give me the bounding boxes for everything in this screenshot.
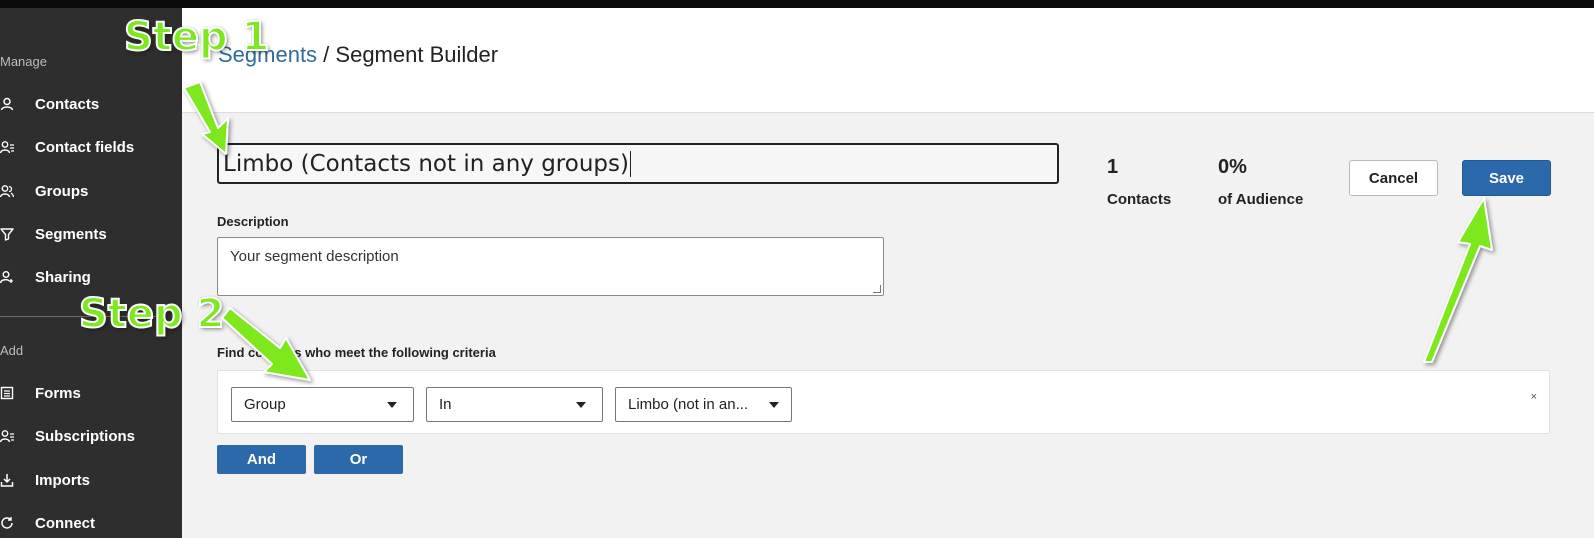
- description-textarea[interactable]: Your segment description: [217, 237, 884, 296]
- import-icon: [0, 472, 16, 488]
- chevron-down-icon: [387, 402, 397, 408]
- sidebar-item-label: Segments: [35, 225, 107, 243]
- step2-annotation: Step 2: [78, 290, 225, 338]
- sidebar-item-label: Subscriptions: [35, 427, 136, 445]
- chevron-down-icon: [769, 402, 779, 408]
- and-button[interactable]: And: [217, 445, 306, 474]
- audience-percent: 0%: [1218, 156, 1247, 178]
- contacts-count-label: Contacts: [1107, 191, 1172, 208]
- sidebar-item-connect[interactable]: Connect: [0, 508, 182, 538]
- criteria-label: Find contacts who meet the following cri…: [217, 345, 496, 360]
- or-button[interactable]: Or: [314, 445, 403, 474]
- person-list-icon: [0, 428, 16, 444]
- sync-icon: [0, 515, 16, 531]
- sidebar-item-label: Forms: [35, 384, 81, 402]
- segment-name-input[interactable]: Limbo (Contacts not in any groups): [217, 143, 1059, 184]
- person-list-icon: [0, 139, 16, 155]
- step1-annotation: Step 1: [123, 13, 270, 61]
- contacts-count: 1: [1107, 156, 1119, 178]
- save-arrow-icon: [1423, 197, 1493, 363]
- person-icon: [0, 96, 16, 112]
- criteria-row: Group In Limbo (not in an... ×: [217, 370, 1550, 434]
- criteria-operator-value: In: [439, 396, 452, 413]
- sidebar-item-subscriptions[interactable]: Subscriptions: [0, 421, 182, 451]
- sidebar-item-segments[interactable]: Segments: [0, 219, 182, 249]
- criteria-target-value: Limbo (not in an...: [628, 396, 749, 413]
- segment-name-value: Limbo (Contacts not in any groups): [223, 150, 629, 177]
- criteria-field-value: Group: [244, 396, 286, 413]
- sidebar-item-groups[interactable]: Groups: [0, 176, 182, 206]
- sidebar-item-contacts[interactable]: Contacts: [0, 89, 182, 119]
- people-icon: [0, 183, 16, 199]
- sidebar-item-label: Imports: [35, 471, 91, 489]
- cancel-button[interactable]: Cancel: [1349, 160, 1438, 196]
- description-label: Description: [217, 214, 289, 229]
- person-share-icon: [0, 269, 16, 285]
- page-header: Segments / Segment Builder: [182, 8, 1594, 113]
- save-button[interactable]: Save: [1462, 160, 1551, 196]
- sidebar-item-imports[interactable]: Imports: [0, 465, 182, 495]
- sidebar-item-label: Contacts: [35, 95, 100, 113]
- text-caret: [629, 150, 631, 177]
- sidebar-item-label: Sharing: [35, 268, 91, 286]
- resize-handle[interactable]: [873, 285, 881, 293]
- audience-percent-label: of Audience: [1218, 191, 1304, 208]
- sidebar-item-label: Connect: [35, 514, 95, 532]
- sidebar-item-sharing[interactable]: Sharing: [0, 262, 182, 292]
- criteria-field-select[interactable]: Group: [231, 387, 414, 422]
- description-placeholder: Your segment description: [230, 248, 399, 265]
- remove-criteria-icon[interactable]: ×: [1531, 391, 1537, 403]
- sidebar-section-add: Add: [0, 343, 24, 358]
- filter-icon: [0, 226, 16, 242]
- sidebar-section-manage: Manage: [0, 54, 47, 69]
- sidebar-item-label: Contact fields: [35, 138, 135, 156]
- sidebar-item-label: Groups: [35, 182, 89, 200]
- criteria-target-select[interactable]: Limbo (not in an...: [615, 387, 792, 422]
- breadcrumb-separator: /: [317, 42, 336, 67]
- top-bar: [0, 0, 1594, 8]
- breadcrumb-current: Segment Builder: [335, 42, 499, 67]
- sidebar-item-forms[interactable]: Forms: [0, 378, 182, 408]
- sidebar: Manage Contacts Contact fields Groups Se…: [0, 8, 182, 538]
- form-icon: [0, 385, 16, 401]
- chevron-down-icon: [576, 402, 586, 408]
- criteria-operator-select[interactable]: In: [426, 387, 603, 422]
- sidebar-item-contact-fields[interactable]: Contact fields: [0, 132, 182, 162]
